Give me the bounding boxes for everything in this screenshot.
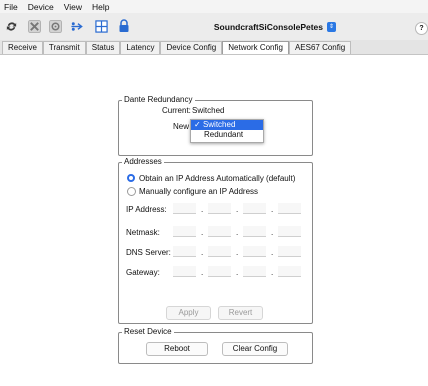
menu-device[interactable]: Device — [23, 2, 59, 12]
octet-separator: . — [201, 248, 204, 257]
netmask-octet-input[interactable] — [278, 226, 301, 237]
device-selector[interactable]: SoundcraftSiConsolePetes ⇕ — [208, 21, 336, 33]
tab-device-config[interactable]: Device Config — [160, 41, 223, 54]
chevron-updown-icon[interactable]: ⇕ — [327, 22, 336, 32]
gateway-label: Gateway: — [126, 268, 160, 277]
octet-separator: . — [236, 205, 239, 214]
octet-separator: . — [271, 248, 274, 257]
current-redundancy-label: Current: — [162, 106, 191, 115]
device-settings-icon[interactable] — [48, 19, 62, 33]
octet-separator: . — [201, 268, 204, 277]
ip-address-label: IP Address: — [126, 205, 167, 214]
tab-status[interactable]: Status — [85, 41, 121, 54]
lock-icon[interactable] — [117, 19, 131, 33]
menu-help[interactable]: Help — [87, 2, 114, 12]
ip-address-octet-input[interactable] — [278, 203, 301, 214]
octet-separator: . — [236, 248, 239, 257]
tab-aes67-config[interactable]: AES67 Config — [288, 41, 352, 54]
netmask-octet-input[interactable] — [173, 226, 196, 237]
toolbar: SoundcraftSiConsolePetes ⇕ ? — [0, 13, 428, 41]
menu-view[interactable]: View — [59, 2, 87, 12]
dropdown-option-switched[interactable]: ✓ Switched — [191, 120, 263, 130]
grid-icon[interactable] — [94, 19, 108, 33]
gateway-octet-input[interactable] — [173, 266, 196, 277]
gateway-octet-input[interactable] — [208, 266, 231, 277]
device-name: SoundcraftSiConsolePetes — [213, 22, 323, 32]
radio-manual-ip[interactable] — [127, 187, 136, 196]
new-redundancy-label: New — [173, 122, 190, 131]
current-redundancy-value: Switched — [192, 106, 225, 115]
octet-separator: . — [271, 205, 274, 214]
tab-transmit[interactable]: Transmit — [42, 41, 86, 54]
network-icon[interactable] — [70, 19, 84, 33]
menu-file[interactable]: File — [0, 2, 23, 12]
tab-bar: Receive Transmit Status Latency Device C… — [0, 40, 428, 55]
tab-network-config[interactable]: Network Config — [222, 41, 289, 54]
ip-address-octet-input[interactable] — [173, 203, 196, 214]
octet-separator: . — [201, 228, 204, 237]
apply-button[interactable]: Apply — [166, 306, 211, 320]
octet-separator: . — [236, 268, 239, 277]
addresses-title: Addresses — [122, 157, 164, 166]
menu-bar: File Device View Help — [0, 0, 428, 13]
reboot-button[interactable]: Reboot — [146, 342, 208, 356]
dns-server-octet-input[interactable] — [173, 246, 196, 257]
dns-server-octet-input[interactable] — [208, 246, 231, 257]
auto-ip-label: Obtain an IP Address Automatically (defa… — [139, 174, 296, 183]
revert-button[interactable]: Revert — [218, 306, 263, 320]
radio-auto-ip[interactable] — [127, 174, 135, 182]
dns-server-octet-input[interactable] — [243, 246, 266, 257]
netmask-octet-input[interactable] — [208, 226, 231, 237]
tab-receive[interactable]: Receive — [2, 41, 43, 54]
manual-ip-label: Manually configure an IP Address — [139, 187, 259, 196]
octet-separator: . — [271, 268, 274, 277]
tools-icon[interactable] — [27, 19, 41, 33]
dns-server-label: DNS Server: — [126, 248, 171, 257]
clear-config-button[interactable]: Clear Config — [222, 342, 288, 356]
octet-separator: . — [201, 205, 204, 214]
ip-address-octet-input[interactable] — [208, 203, 231, 214]
dropdown-option-redundant[interactable]: Redundant — [191, 130, 263, 140]
dns-server-octet-input[interactable] — [278, 246, 301, 257]
tab-latency[interactable]: Latency — [120, 41, 161, 54]
dante-redundancy-title: Dante Redundancy — [122, 95, 195, 104]
redundancy-dropdown[interactable]: ✓ Switched Redundant — [190, 119, 264, 143]
reset-device-title: Reset Device — [122, 327, 174, 336]
gateway-octet-input[interactable] — [243, 266, 266, 277]
ip-address-octet-input[interactable] — [243, 203, 266, 214]
help-button[interactable]: ? — [415, 22, 428, 35]
netmask-label: Netmask: — [126, 228, 160, 237]
gateway-octet-input[interactable] — [278, 266, 301, 277]
netmask-octet-input[interactable] — [243, 226, 266, 237]
refresh-icon[interactable] — [4, 19, 18, 33]
octet-separator: . — [271, 228, 274, 237]
octet-separator: . — [236, 228, 239, 237]
check-icon: ✓ — [194, 120, 201, 129]
